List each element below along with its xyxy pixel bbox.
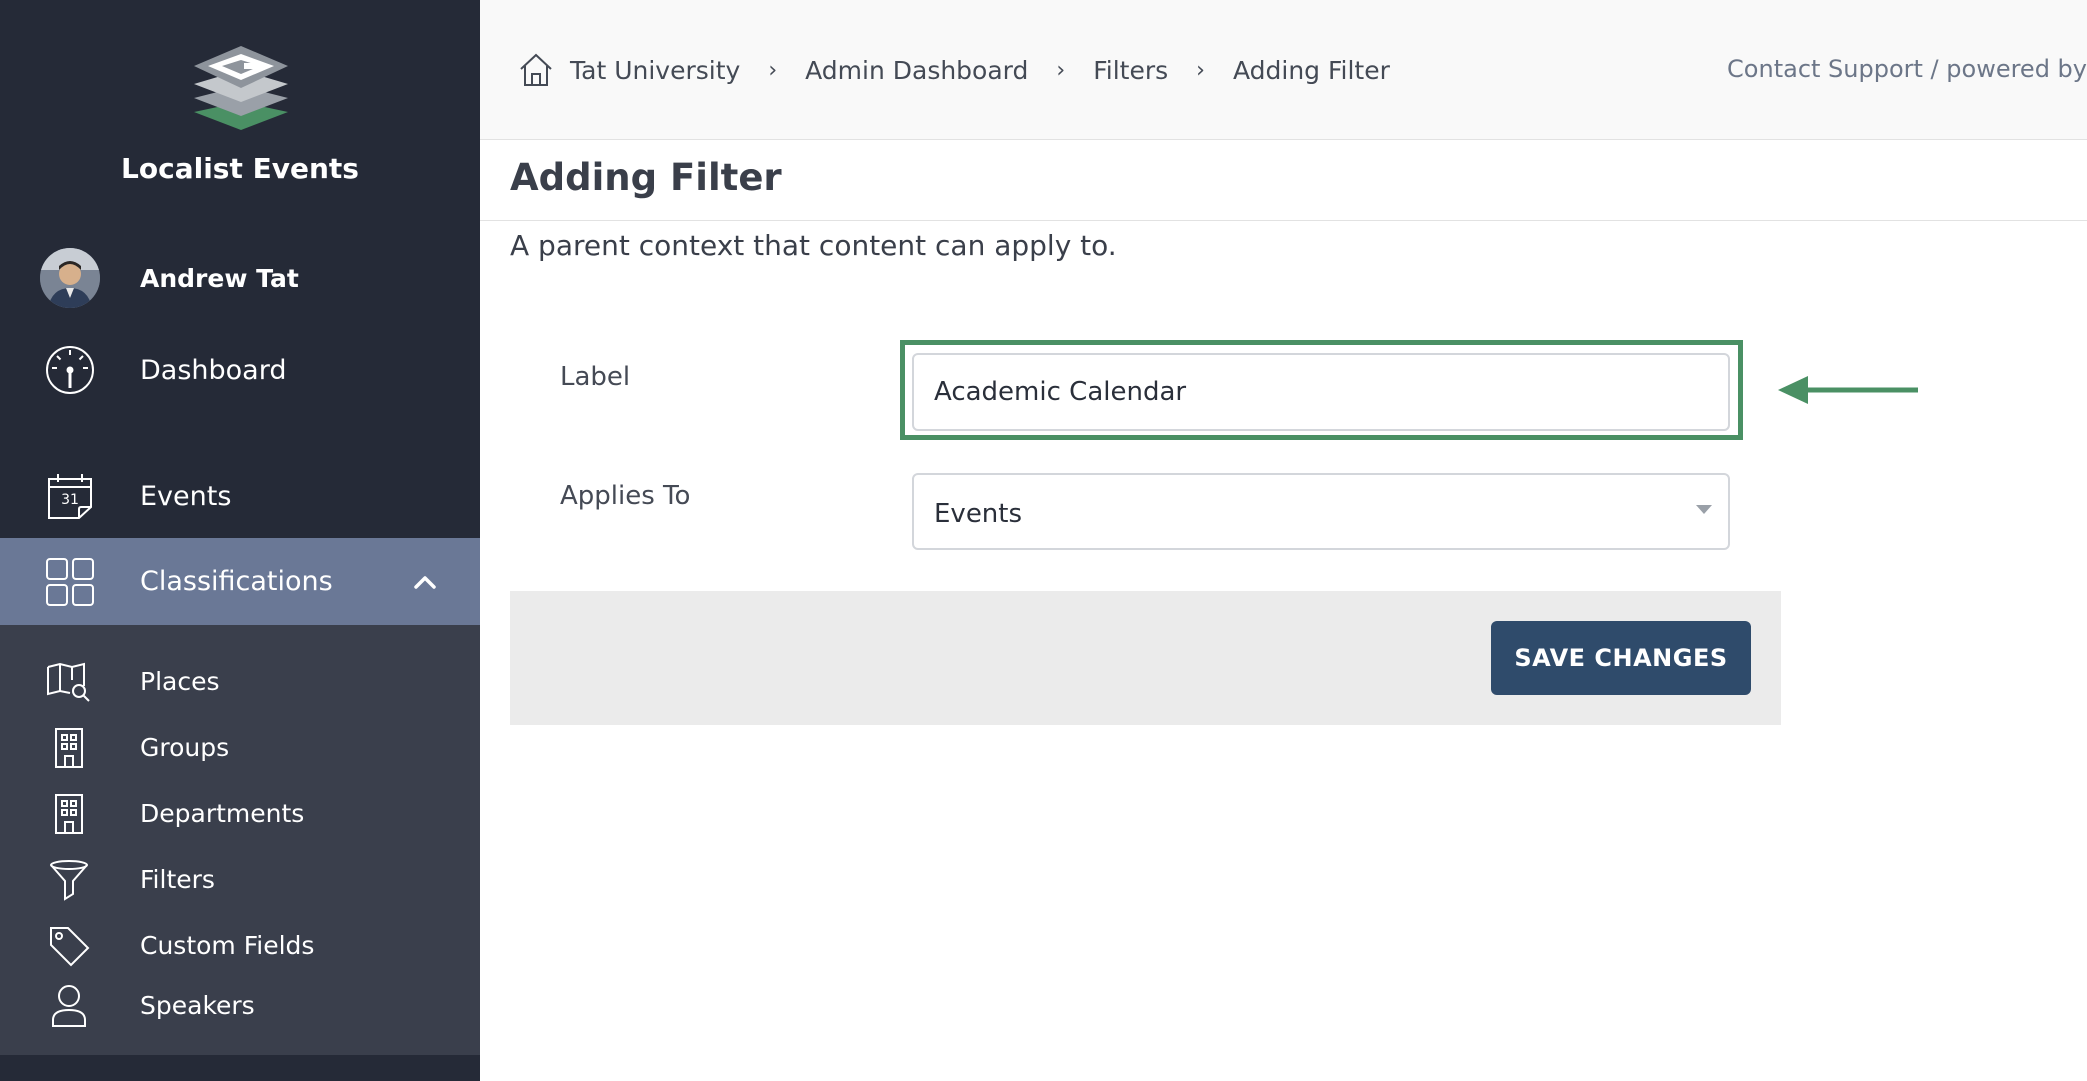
breadcrumb-item[interactable]: Tat University <box>570 56 740 85</box>
save-changes-button[interactable]: SAVE CHANGES <box>1491 621 1751 695</box>
gauge-icon <box>40 340 100 400</box>
label-input[interactable] <box>912 353 1730 431</box>
sidebar-item-filters[interactable]: Filters <box>0 850 480 910</box>
page-title: Adding Filter <box>510 156 782 199</box>
applies-to-select[interactable]: Events <box>912 473 1730 550</box>
localist-logo-icon <box>194 46 288 130</box>
app-title: Localist Events <box>121 152 359 185</box>
person-icon <box>44 984 94 1028</box>
breadcrumb-item[interactable]: Admin Dashboard <box>805 56 1028 85</box>
funnel-icon <box>44 858 94 902</box>
grid-icon <box>40 552 100 612</box>
sidebar-item-dashboard[interactable]: Dashboard <box>0 340 480 400</box>
building-icon <box>44 792 94 836</box>
sidebar-item-speakers[interactable]: Speakers <box>0 976 480 1036</box>
arrow-left-icon <box>1778 376 1918 404</box>
chevron-up-icon[interactable] <box>410 567 440 597</box>
sidebar-subitem-label: Custom Fields <box>140 931 315 960</box>
breadcrumb-separator: › <box>768 57 778 83</box>
applies-to-label: Applies To <box>560 481 691 511</box>
sidebar-item-places[interactable]: Places <box>0 652 480 712</box>
breadcrumb-separator: › <box>1196 57 1205 83</box>
sidebar-item-label: Events <box>140 480 232 512</box>
label-field-label: Label <box>560 362 631 392</box>
sidebar-item-departments[interactable]: Departments <box>0 784 480 844</box>
page-description: A parent context that content can apply … <box>510 229 1117 262</box>
home-icon[interactable] <box>518 52 554 88</box>
sidebar-item-user[interactable]: Andrew Tat <box>0 245 480 311</box>
applies-to-value: Events <box>934 499 1023 529</box>
classifications-submenu: Places Groups Departments Filters Custom… <box>0 625 480 1055</box>
sidebar-subitem-label: Departments <box>140 799 305 828</box>
sidebar-item-classifications[interactable]: Classifications <box>0 538 480 625</box>
svg-text:31: 31 <box>61 492 79 508</box>
breadcrumb-separator: › <box>1056 57 1066 83</box>
breadcrumb: Tat University › Admin Dashboard › Filte… <box>518 52 1390 88</box>
sidebar: Localist Events Andrew Tat Dashboard 31 … <box>0 0 480 1081</box>
support-link[interactable]: Contact Support / powered by <box>1727 55 2087 83</box>
divider <box>480 220 2087 221</box>
calendar-icon: 31 <box>40 466 100 526</box>
logo-area: Localist Events <box>0 0 480 200</box>
top-bar: Tat University › Admin Dashboard › Filte… <box>480 0 2087 140</box>
breadcrumb-item[interactable]: Filters <box>1093 56 1168 85</box>
building-icon <box>44 726 94 770</box>
avatar <box>40 248 100 308</box>
map-search-icon <box>44 660 94 704</box>
sidebar-item-label: Classifications <box>140 566 333 597</box>
sidebar-item-custom-fields[interactable]: Custom Fields <box>0 916 480 976</box>
sidebar-item-label: Dashboard <box>140 354 287 386</box>
sidebar-subitem-label: Places <box>140 667 220 696</box>
user-name: Andrew Tat <box>140 263 299 293</box>
sidebar-item-events[interactable]: 31 Events <box>0 466 480 526</box>
caret-down-icon <box>1696 505 1712 514</box>
tag-icon <box>44 924 94 968</box>
breadcrumb-current: Adding Filter <box>1232 55 1390 85</box>
sidebar-subitem-label: Speakers <box>140 991 255 1020</box>
sidebar-item-groups[interactable]: Groups <box>0 718 480 778</box>
sidebar-subitem-label: Filters <box>140 865 215 894</box>
sidebar-subitem-label: Groups <box>140 733 230 762</box>
